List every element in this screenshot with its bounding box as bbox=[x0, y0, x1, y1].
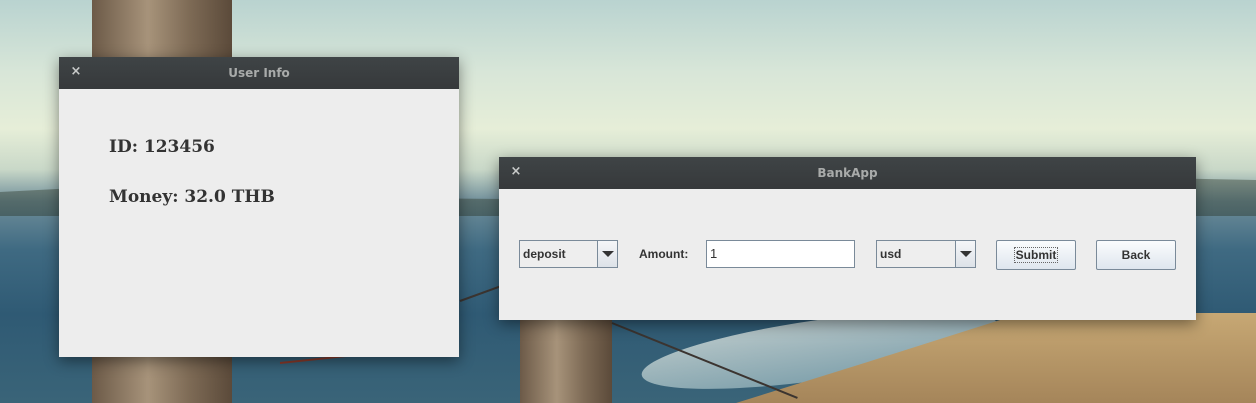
user-info-window: × User Info ID: 123456 Money: 32.0 THB bbox=[59, 57, 459, 357]
user-info-titlebar[interactable]: × User Info bbox=[59, 57, 459, 89]
back-button[interactable]: Back bbox=[1096, 240, 1176, 270]
chevron-down-icon[interactable] bbox=[597, 241, 617, 267]
window-title: User Info bbox=[228, 66, 290, 80]
currency-dropdown[interactable]: usd bbox=[876, 240, 976, 268]
currency-value: usd bbox=[880, 247, 902, 261]
submit-button[interactable]: Submit bbox=[996, 240, 1076, 270]
amount-label: Amount: bbox=[639, 247, 689, 261]
close-icon[interactable]: × bbox=[69, 65, 83, 79]
transaction-type-dropdown[interactable]: deposit bbox=[519, 240, 618, 268]
user-id-label: ID: 123456 bbox=[109, 137, 215, 157]
bankapp-content: deposit Amount: 1 usd Submit Back bbox=[499, 157, 1196, 288]
amount-input[interactable]: 1 bbox=[706, 240, 855, 268]
chevron-down-icon[interactable] bbox=[955, 241, 975, 267]
submit-button-label: Submit bbox=[1013, 247, 1059, 263]
back-button-label: Back bbox=[1121, 248, 1151, 262]
transaction-type-value: deposit bbox=[523, 247, 566, 261]
user-info-content: ID: 123456 Money: 32.0 THB bbox=[59, 89, 459, 357]
money-balance-label: Money: 32.0 THB bbox=[109, 187, 275, 207]
bankapp-window: × BankApp deposit Amount: 1 usd Submit B… bbox=[499, 157, 1196, 320]
